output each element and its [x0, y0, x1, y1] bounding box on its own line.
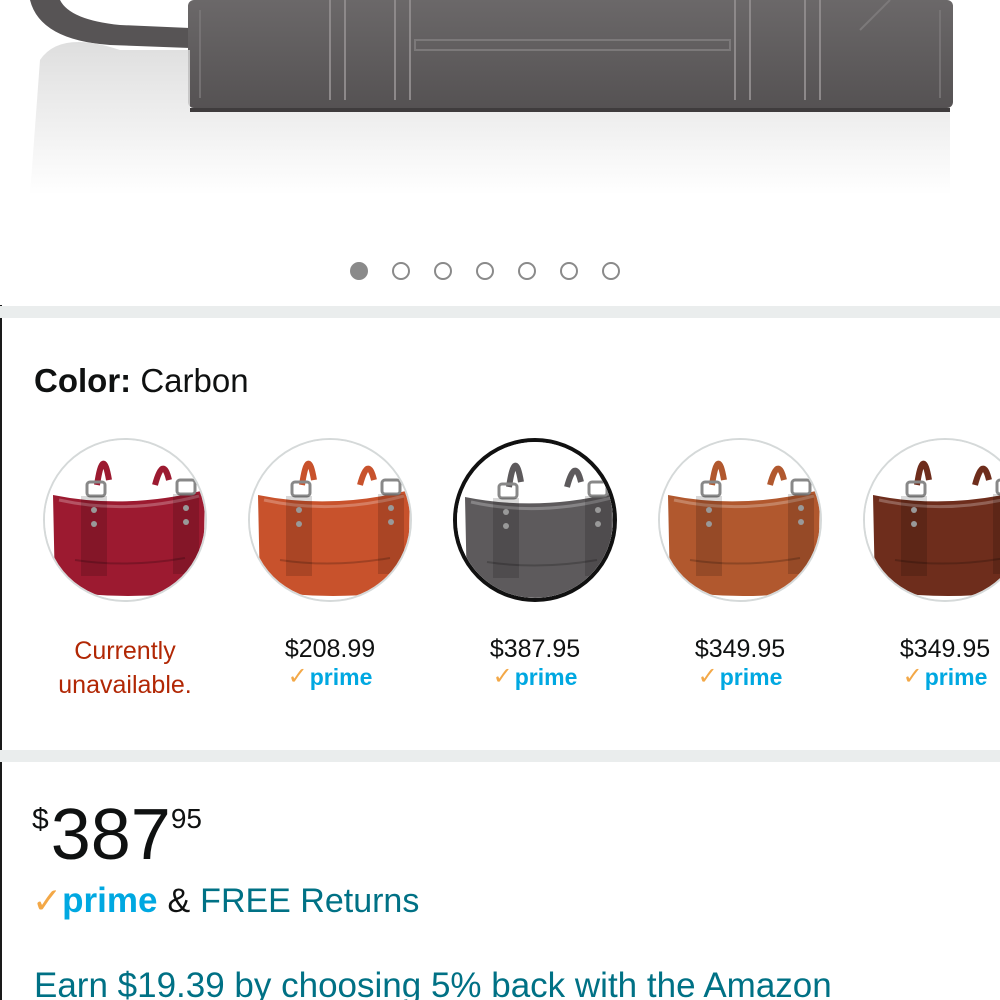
gallery-pagination[interactable]: [350, 262, 620, 280]
section-divider: [0, 306, 1000, 318]
swatch-prime-badge: ✓ prime: [902, 663, 988, 691]
swatch-prime-badge: ✓ prime: [287, 663, 373, 691]
swatch-price: $349.95: [899, 635, 991, 663]
section-divider: [0, 750, 1000, 762]
product-page: Color: Carbon Currently unavailable. $20…: [0, 0, 1000, 1000]
prime-label: prime: [309, 664, 373, 690]
swatch-price: $349.95: [694, 635, 786, 663]
gallery-dot[interactable]: [392, 262, 410, 280]
prime-label: prime: [924, 664, 988, 690]
gallery-dot[interactable]: [476, 262, 494, 280]
swatch-price: $387.95: [489, 635, 581, 663]
color-swatch-orange[interactable]: $208.99 ✓ prime: [227, 438, 433, 690]
swatch-image: [248, 438, 412, 602]
prime-label: prime: [514, 664, 578, 690]
prime-check-icon: ✓: [492, 663, 513, 690]
prime-check-icon: ✓: [32, 880, 63, 921]
gallery-dot[interactable]: [434, 262, 452, 280]
prime-logo: prime: [62, 881, 158, 920]
product-image: [30, 0, 953, 195]
gallery-dot[interactable]: [350, 262, 368, 280]
prime-check-icon: ✓: [697, 663, 718, 690]
color-label-key: Color:: [34, 362, 132, 399]
gallery-dot[interactable]: [518, 262, 536, 280]
color-swatch-carbon[interactable]: $387.95 ✓ prime: [432, 438, 638, 690]
color-swatch-dark-brown[interactable]: $349.95 ✓ prime: [842, 438, 1000, 690]
prime-check-icon: ✓: [287, 663, 308, 690]
price: $38795: [32, 795, 202, 875]
gallery-dot[interactable]: [560, 262, 578, 280]
price-currency: $: [32, 803, 49, 836]
color-selected-value: Carbon: [140, 362, 249, 399]
swatch-image: [658, 438, 822, 602]
swatch-prime-badge: ✓ prime: [492, 663, 578, 691]
price-fraction: 95: [170, 803, 202, 834]
gallery-dot[interactable]: [602, 262, 620, 280]
swatch-image: [43, 438, 207, 602]
price-whole: 387: [50, 795, 171, 875]
free-returns-link[interactable]: FREE Returns: [200, 882, 419, 921]
prime-label: prime: [719, 664, 783, 690]
cashback-promo-link[interactable]: Earn $19.39 by choosing 5% back with the…: [34, 966, 832, 1000]
prime-shipping-row: ✓ prime & FREE Returns: [32, 880, 419, 922]
product-image-gallery[interactable]: [0, 0, 1000, 305]
swatch-image: [453, 438, 617, 602]
color-label: Color: Carbon: [34, 362, 249, 400]
swatch-prime-badge: ✓ prime: [697, 663, 783, 691]
color-swatch-red[interactable]: Currently unavailable.: [22, 438, 228, 702]
swatch-unavailable-text: Currently unavailable.: [58, 637, 192, 699]
color-swatch-cognac[interactable]: $349.95 ✓ prime: [637, 438, 843, 690]
ampersand: &: [167, 881, 191, 920]
prime-check-icon: ✓: [902, 663, 923, 690]
swatch-price: $208.99: [284, 635, 376, 663]
swatch-image: [863, 438, 1000, 602]
